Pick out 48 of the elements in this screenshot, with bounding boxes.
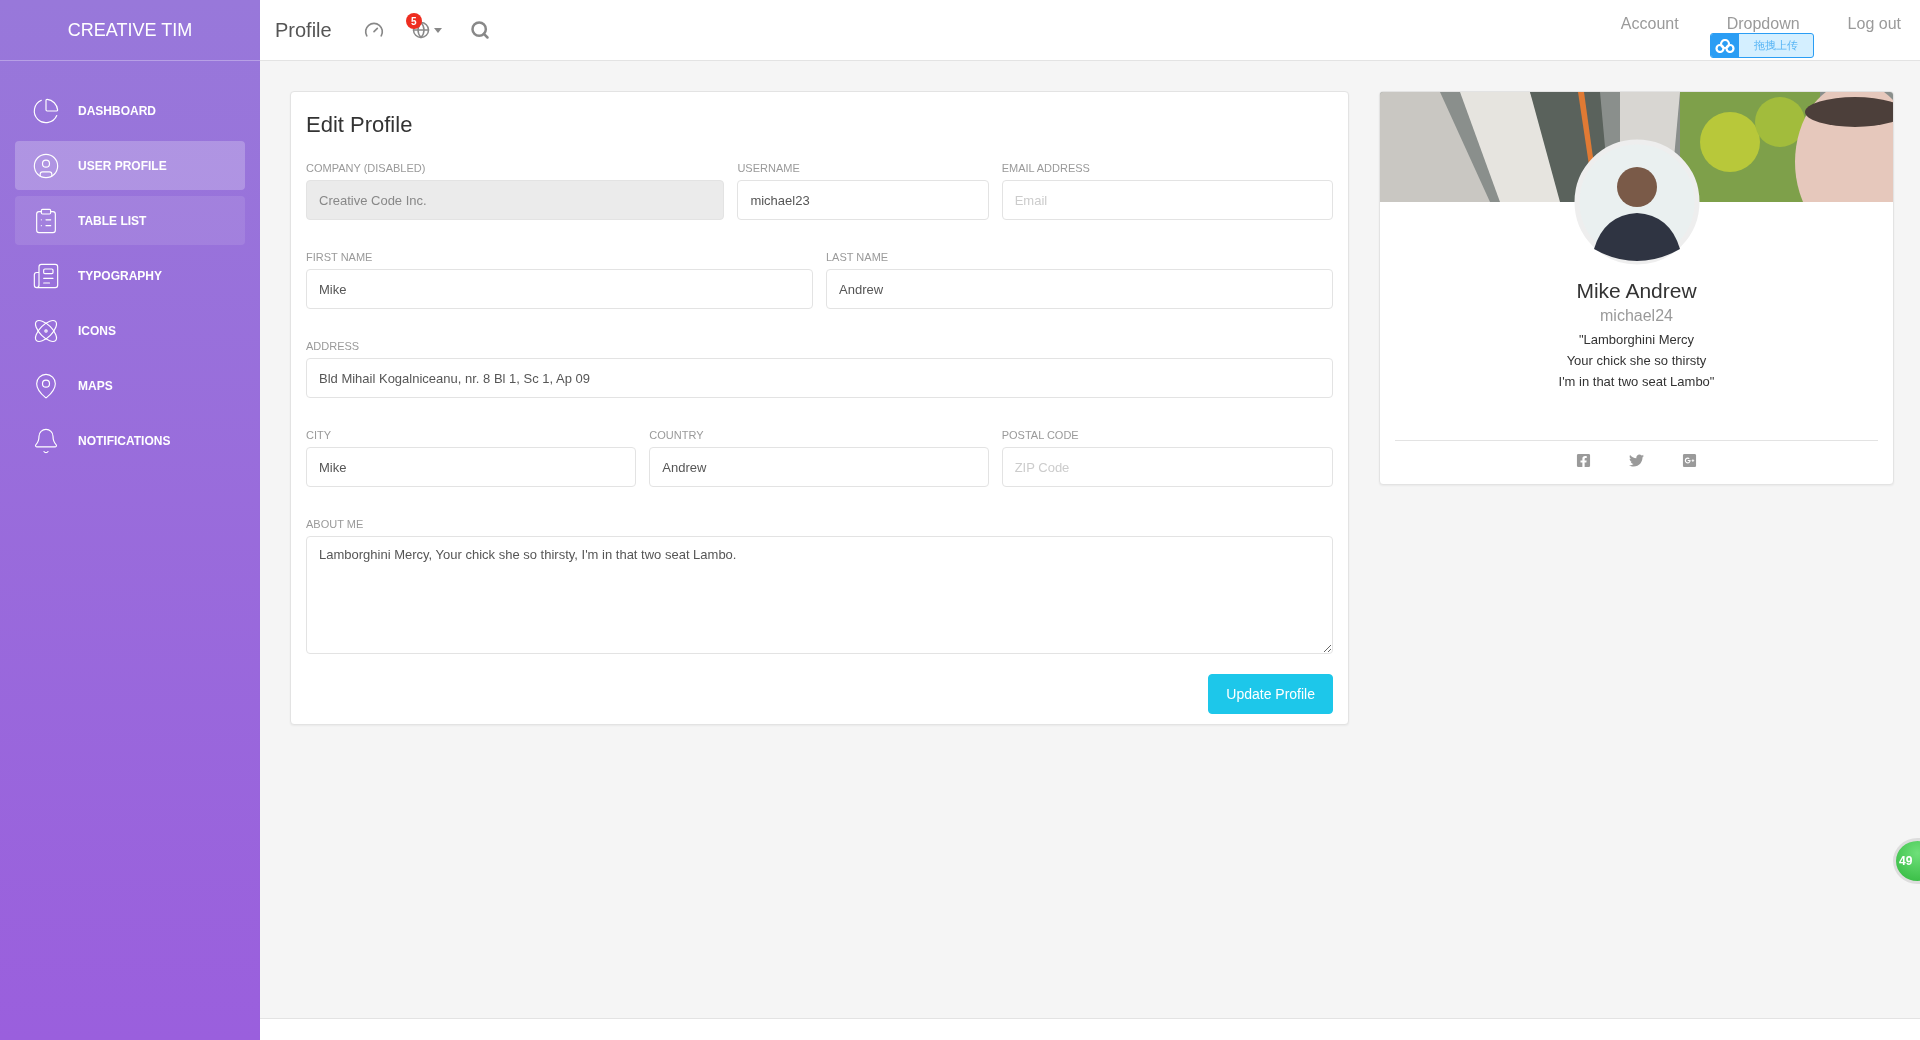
- input-field[interactable]: Andrew: [649, 447, 989, 487]
- brand-name[interactable]: CREATIVE TIM: [67, 19, 193, 41]
- sidebar-item[interactable]: TYPOGRAPHY: [15, 251, 245, 300]
- sidebar-item[interactable]: DASHBOARD: [15, 86, 245, 135]
- upload-label: 拖拽上传: [1753, 38, 1799, 53]
- card-title: Edit Profile: [306, 112, 414, 138]
- profile-quote: "Lamborghini Mercy Your chick she so thirsty I'm in that two seat Lambo": [1558, 331, 1715, 391]
- input-field[interactable]: michael23: [737, 180, 989, 220]
- field-label: COMPANY (DISABLED): [306, 162, 427, 174]
- notification-badge: 5: [405, 13, 422, 29]
- sidebar-item[interactable]: USER PROFILE: [15, 141, 245, 190]
- profile-name: Mike Andrew: [1576, 279, 1697, 303]
- cloud-icon: [1715, 38, 1735, 53]
- field-label: ABOUT ME: [306, 518, 365, 530]
- twitter-icon[interactable]: [1629, 453, 1644, 468]
- nav-link[interactable]: Account: [1620, 15, 1679, 33]
- page-title: Profile: [275, 18, 332, 42]
- profile-username: michael24: [1600, 307, 1673, 325]
- field-label: LAST NAME: [826, 251, 890, 263]
- pie-chart-icon: [32, 96, 60, 125]
- input-field[interactable]: Andrew: [826, 269, 1333, 309]
- search-icon[interactable]: [469, 20, 490, 40]
- google-plus-icon[interactable]: [1682, 453, 1697, 468]
- facebook-icon[interactable]: [1576, 453, 1591, 468]
- field-label: POSTAL CODE: [1001, 429, 1080, 441]
- field-label: USERNAME: [737, 162, 801, 174]
- sidebar-item[interactable]: MAPS: [15, 361, 245, 410]
- field-label: CITY: [306, 429, 333, 441]
- field-label: COUNTRY: [649, 429, 705, 441]
- about-textarea[interactable]: Lamborghini Mercy, Your chick she so thirsty, I'm in that two seat Lambo.: [306, 536, 1333, 654]
- field-label: EMAIL ADDRESS: [1001, 162, 1091, 174]
- update-profile-button[interactable]: Update Profile: [1208, 674, 1333, 714]
- bell-icon: [32, 426, 60, 455]
- sidebar-item[interactable]: TABLE LIST: [15, 196, 245, 245]
- sidebar-item[interactable]: ICONS: [15, 306, 245, 355]
- field-label: FIRST NAME: [306, 251, 374, 263]
- field-label: ADDRESS: [306, 340, 361, 352]
- user-circle-icon: [32, 151, 60, 180]
- nav-link[interactable]: Log out: [1847, 15, 1901, 33]
- newspaper-icon: [32, 261, 60, 290]
- input-field[interactable]: Mike: [306, 269, 813, 309]
- input-field[interactable]: Mike: [306, 447, 637, 487]
- caret-icon: [433, 27, 442, 33]
- sidebar-item[interactable]: NOTIFICATIONS: [15, 416, 245, 465]
- upload-toast[interactable]: 拖拽上传: [1710, 33, 1814, 58]
- dashboard-icon[interactable]: [363, 20, 384, 40]
- nav-link[interactable]: Dropdown: [1726, 15, 1800, 33]
- input-field[interactable]: Bld Mihail Kogalniceanu, nr. 8 Bl 1, Sc 1, Ap 09: [306, 358, 1333, 398]
